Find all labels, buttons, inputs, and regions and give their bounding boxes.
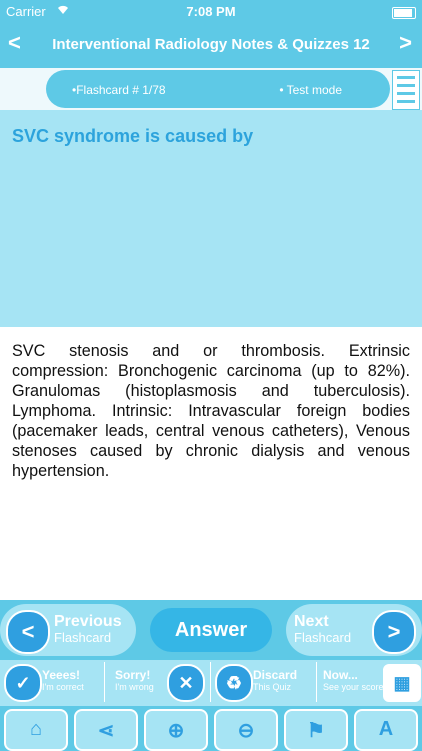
next-flashcard-button[interactable]: > Next Flashcard [286,604,422,656]
wrong-button[interactable]: Sorry! I'm wrong ✕ [105,662,211,702]
next-text: Next [294,613,329,630]
bottom-toolbar: ⌂ ⋖ ⊕ ⊖ ⚑ A [0,706,422,751]
zoom-out-icon: ⊖ [237,720,255,742]
home-icon: ⌂ [29,718,43,740]
previous-text: Previous [54,613,122,630]
test-mode-toggle[interactable]: • Test mode [279,83,342,97]
wrong-text: Sorry! [115,668,151,682]
answer-panel: SVC stenosis and or thrombosis. Extrinsi… [0,327,422,600]
list-icon[interactable] [392,70,420,110]
next-label: Next Flashcard [294,614,351,646]
correct-label: Yeees! I'm correct [42,668,84,692]
home-button[interactable]: ⌂ [4,709,68,751]
share-button[interactable]: ⋖ [74,709,138,751]
correct-text: Yeees! [42,668,81,682]
answer-text: SVC stenosis and or thrombosis. Extrinsi… [12,342,410,480]
discard-label: Discard This Quiz [253,668,297,692]
question-text: SVC syndrome is caused by [12,126,254,146]
previous-flashcard-button[interactable]: < Previous Flashcard [0,604,136,656]
font-button[interactable]: A [354,709,418,751]
font-icon: A [378,718,394,740]
score-text: Now... [323,668,358,682]
arrow-right-icon: > [372,610,416,654]
clock: 7:08 PM [186,4,236,19]
zoom-in-icon: ⊕ [167,720,185,742]
bookmark-button[interactable]: ⚑ [284,709,348,751]
mode-pill: •Flashcard # 1/78 • Test mode [46,70,390,108]
score-label: Now... See your score [323,668,384,692]
correct-sub: I'm correct [42,682,84,692]
correct-button[interactable]: ✓ Yeees! I'm correct [0,662,105,702]
next-sub: Flashcard [294,630,352,645]
chart-icon: ▦ [383,664,421,702]
nav-bar: < Interventional Radiology Notes & Quizz… [0,22,422,68]
status-bar: Carrier 7:08 PM [0,0,422,22]
flashcard-counter: •Flashcard # 1/78 [72,83,166,97]
previous-sub: Flashcard [54,630,112,645]
recycle-icon: ♻ [215,664,253,702]
checkmark-icon: ✓ [4,664,42,702]
grading-bar: ✓ Yeees! I'm correct Sorry! I'm wrong ✕ … [0,660,422,706]
discard-button[interactable]: ♻ Discard This Quiz [211,662,317,702]
bookmark-icon: ⚑ [307,720,325,742]
zoom-out-button[interactable]: ⊖ [214,709,278,751]
zoom-in-button[interactable]: ⊕ [144,709,208,751]
wrong-sub: I'm wrong [115,682,154,692]
forward-button[interactable]: > [399,30,412,56]
page-title: Interventional Radiology Notes & Quizzes… [52,36,370,53]
wrong-label: Sorry! I'm wrong [115,668,154,692]
score-button[interactable]: Now... See your score ▦ [317,662,422,702]
previous-label: Previous Flashcard [54,614,122,646]
arrow-left-icon: < [6,610,50,654]
answer-button[interactable]: Answer [150,608,272,652]
cross-icon: ✕ [167,664,205,702]
back-button[interactable]: < [8,30,21,56]
battery-icon [392,4,416,19]
share-icon: ⋖ [97,720,115,742]
discard-sub: This Quiz [253,682,292,692]
question-panel: SVC syndrome is caused by [0,110,422,327]
mode-bar: •Flashcard # 1/78 • Test mode [0,68,422,110]
action-bar: < Previous Flashcard Answer > Next Flash… [0,600,422,660]
score-sub: See your score [323,682,384,692]
discard-text: Discard [253,668,298,682]
